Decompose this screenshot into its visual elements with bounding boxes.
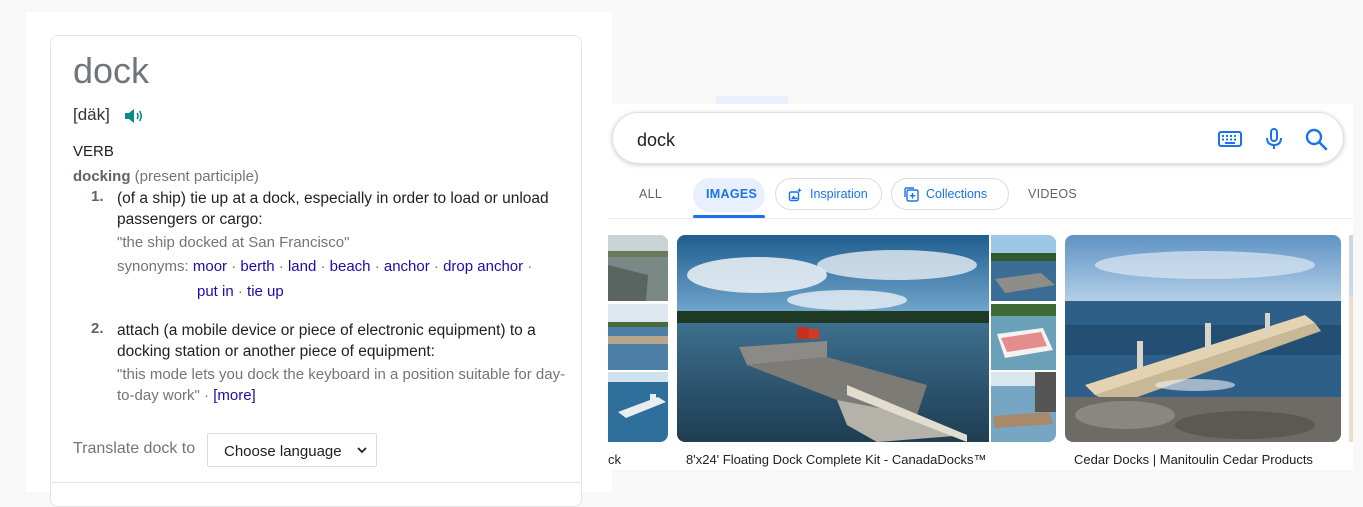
sense-number: 1.	[91, 188, 104, 205]
synonym-link[interactable]: moor	[193, 258, 227, 275]
language-select-value: Choose language	[224, 443, 342, 460]
synonym-link[interactable]: put in	[197, 283, 234, 300]
chip-collections[interactable]: Collections	[891, 178, 1009, 210]
synonym-link[interactable]: drop anchor	[443, 258, 523, 275]
chip-inspiration-label: Inspiration	[810, 187, 868, 201]
sense-example-text: "this mode lets you dock the keyboard in…	[117, 366, 566, 404]
chevron-down-icon	[357, 447, 367, 454]
inflection: docking (present participle)	[73, 168, 259, 185]
synonyms: synonyms: moor · berth · land · beach · …	[117, 258, 533, 300]
language-select[interactable]: Choose language	[207, 433, 377, 467]
image-caption[interactable]: 8'x24' Floating Dock Complete Kit - Cana…	[686, 452, 987, 467]
tab-videos[interactable]: VIDEOS	[1028, 174, 1078, 218]
image-thumbnail[interactable]	[991, 304, 1056, 370]
tab-all[interactable]: ALL	[639, 174, 669, 218]
tab-images[interactable]: IMAGES	[693, 174, 765, 218]
image-thumbnail[interactable]	[991, 372, 1056, 442]
inflection-note: (present participle)	[130, 168, 259, 185]
image-caption[interactable]: ck	[608, 452, 621, 467]
dictionary-card: dock [däk] VERB docking (present partici…	[50, 35, 582, 507]
part-of-speech: VERB	[73, 143, 114, 160]
phonetic: [däk]	[73, 105, 110, 124]
sense-example: "this mode lets you dock the keyboard in…	[117, 364, 567, 406]
image-search-panel: ALL IMAGES Inspiration Collections VIDEO…	[608, 104, 1353, 470]
search-input[interactable]	[635, 127, 1199, 153]
speaker-icon[interactable]	[123, 106, 145, 126]
headword: dock	[73, 50, 150, 91]
chip-inspiration[interactable]: Inspiration	[775, 178, 882, 210]
divider	[51, 482, 581, 483]
image-thumbnail[interactable]	[608, 235, 668, 301]
inflection-word: docking	[73, 168, 131, 185]
sense-example: "the ship docked at San Francisco"	[117, 234, 350, 251]
dictionary-panel: dock [däk] VERB docking (present partici…	[26, 12, 612, 507]
keyboard-icon[interactable]	[1217, 126, 1243, 152]
synonym-link[interactable]: tie up	[247, 283, 284, 300]
synonym-link[interactable]: berth	[240, 258, 274, 275]
sense-definition: (of a ship) tie up at a dock, especially…	[117, 190, 549, 228]
image-thumbnail[interactable]	[1065, 235, 1341, 442]
microphone-icon[interactable]	[1261, 126, 1287, 152]
chip-collections-label: Collections	[926, 187, 988, 201]
translate-label: Translate dock to	[73, 440, 196, 457]
search-bar	[612, 112, 1344, 164]
synonyms-label: synonyms:	[117, 258, 189, 275]
more-link[interactable]: [more]	[213, 387, 256, 404]
inspiration-icon	[788, 187, 802, 202]
image-caption[interactable]: Cedar Docks | Manitoulin Cedar Products	[1074, 452, 1313, 467]
collections-icon	[904, 187, 919, 202]
search-icon[interactable]	[1303, 126, 1329, 152]
synonym-link[interactable]: anchor	[384, 258, 430, 275]
image-thumbnail[interactable]	[608, 304, 668, 370]
tab-videos-label: VIDEOS	[1028, 187, 1078, 201]
tab-all-label: ALL	[639, 187, 663, 201]
tab-images-underline	[693, 215, 765, 218]
sense-number: 2.	[91, 320, 104, 337]
image-thumbnail[interactable]	[677, 235, 989, 442]
synonym-link[interactable]: beach	[330, 258, 371, 275]
image-thumbnail[interactable]	[991, 235, 1056, 301]
tab-images-label: IMAGES	[706, 187, 758, 201]
search-tabs: ALL IMAGES Inspiration Collections VIDEO…	[608, 174, 1353, 219]
synonym-link[interactable]: land	[288, 258, 316, 275]
sense-definition: attach (a mobile device or piece of elec…	[117, 322, 536, 360]
image-thumbnail[interactable]	[1349, 235, 1353, 442]
image-thumbnail[interactable]	[608, 372, 668, 442]
